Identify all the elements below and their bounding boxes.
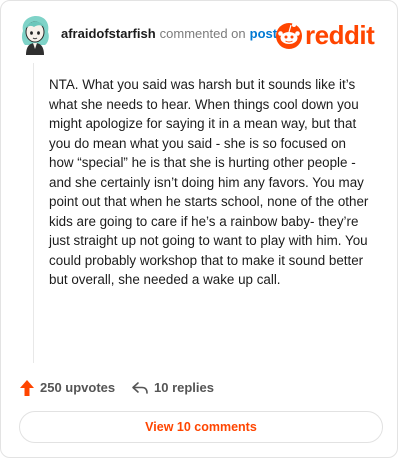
reply-arrow-icon	[132, 382, 148, 394]
reddit-logo[interactable]: reddit	[275, 18, 381, 52]
reddit-wordmark: reddit	[305, 20, 375, 50]
comment-body: NTA. What you said was harsh but it soun…	[49, 77, 369, 287]
upvote-count: 250 upvotes	[40, 380, 116, 395]
avatar-icon	[21, 16, 49, 55]
comment-card: afraidofstarfish commented on post reddit …	[0, 0, 398, 458]
upvote-arrow-icon	[20, 380, 34, 396]
upvote-button[interactable]: 250 upvotes	[19, 377, 115, 399]
reply-button[interactable]: 10 replies	[131, 377, 214, 399]
post-link[interactable]: post	[250, 26, 277, 41]
reddit-alien-icon	[276, 23, 302, 49]
comment-header: afraidofstarfish commented on post reddit	[17, 15, 381, 55]
avatar[interactable]	[17, 15, 53, 55]
commented-on-label: commented on	[159, 26, 246, 41]
thread-line[interactable]	[33, 63, 34, 363]
reply-count: 10 replies	[154, 380, 214, 395]
comment-actions: 250 upvotes 10 replies	[19, 377, 379, 399]
view-comments-button[interactable]: View 10 comments	[19, 411, 383, 443]
comment-meta: afraidofstarfish commented on post	[61, 26, 277, 42]
username[interactable]: afraidofstarfish	[61, 26, 156, 41]
